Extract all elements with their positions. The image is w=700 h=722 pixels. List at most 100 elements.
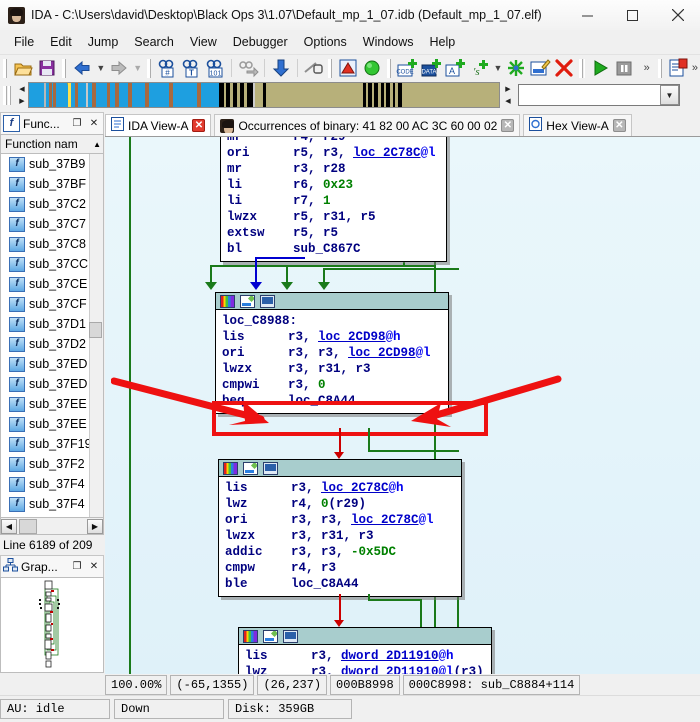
palette-icon[interactable]	[243, 629, 258, 643]
function-list-item[interactable]: f sub_37ED	[1, 374, 103, 394]
instruction-line[interactable]: lwzx r5, r31, r5	[227, 209, 440, 225]
graph-node-cmpw[interactable]: lis r3, loc_2C78C@h lwz r4, 0(r29) ori r3, r3…	[218, 459, 462, 597]
functions-scroll-left-button[interactable]: ◀	[1, 518, 17, 534]
instruction-line[interactable]: lis r3, loc_2CD98@h	[222, 329, 442, 345]
node-titlebar[interactable]	[216, 293, 448, 310]
struct-dropdown-icon[interactable]: ▼	[493, 63, 502, 73]
search-binary-icon[interactable]: 101	[204, 57, 226, 79]
run-to-icon[interactable]	[361, 57, 383, 79]
output-window-icon[interactable]	[667, 57, 689, 79]
instruction-line[interactable]: li r7, 1	[227, 193, 440, 209]
make-code-icon[interactable]: CODE	[396, 57, 418, 79]
instruction-line[interactable]: extsw r5, r5	[227, 225, 440, 241]
make-data-icon[interactable]: DATA	[420, 57, 442, 79]
function-list-item[interactable]: f sub_37F4	[1, 494, 103, 514]
menu-edit[interactable]: Edit	[42, 32, 80, 52]
function-list-item[interactable]: f sub_37ED	[1, 354, 103, 374]
palette-icon[interactable]	[223, 461, 238, 475]
graph-overview-canvas[interactable]	[0, 577, 104, 673]
navband-grip[interactable]	[3, 85, 11, 105]
toolbar-grip-4[interactable]	[328, 58, 334, 78]
instruction-line[interactable]: lwz r4, 0(r29)	[225, 496, 455, 512]
search-text-icon[interactable]: T	[180, 57, 202, 79]
tab-hex-view-a[interactable]: Hex View-A ✕	[523, 114, 632, 136]
instruction-line[interactable]: mr r4, r29	[227, 137, 440, 145]
jump-down-icon[interactable]	[270, 57, 292, 79]
function-list-item[interactable]: f sub_37F6	[1, 514, 103, 517]
navband-scroll-left[interactable]: ◀ ▶	[16, 83, 28, 107]
navband-scroll-right[interactable]: ▶ ◀	[502, 83, 514, 107]
functions-scrollbar-thumb[interactable]	[89, 322, 102, 338]
menu-options[interactable]: Options	[296, 32, 355, 52]
minimize-button[interactable]	[565, 0, 610, 30]
forward-dropdown-icon[interactable]: ▼	[133, 63, 142, 73]
jump-address-box[interactable]: ▼	[518, 84, 680, 106]
function-list-item[interactable]: f sub_37EE	[1, 414, 103, 434]
maximize-button[interactable]	[610, 0, 655, 30]
instruction-operand[interactable]: loc_2C78C	[353, 146, 421, 160]
instruction-operand[interactable]: loc_2CD98	[318, 330, 386, 344]
graph-node-top[interactable]: mr r4, r29 ori r5, r3, loc_2C78C@l mr r3, r28…	[220, 137, 447, 262]
functions-hscroll-thumb[interactable]	[19, 518, 37, 534]
functions-panel-header[interactable]: f Func... ❐ ✕	[0, 112, 104, 134]
toolbar-grip-2[interactable]	[62, 58, 68, 78]
graph-node-dword[interactable]: lis r3, dword_2D11910@h lwz r3, dword_2D119…	[238, 627, 492, 675]
menu-search[interactable]: Search	[126, 32, 182, 52]
menu-help[interactable]: Help	[421, 32, 463, 52]
tab-ida-view-a[interactable]: IDA View-A ✕	[105, 114, 212, 136]
function-list-item[interactable]: f sub_37F4	[1, 474, 103, 494]
toolbar-grip-6[interactable]	[579, 58, 585, 78]
instruction-line[interactable]: lis r3, loc_2C78C@h	[225, 480, 455, 496]
screen-icon[interactable]	[283, 629, 298, 643]
toolbar-grip-5[interactable]	[387, 58, 393, 78]
instruction-line[interactable]: ori r3, r3, loc_2CD98@l	[222, 345, 442, 361]
function-list-item[interactable]: f sub_37C8	[1, 234, 103, 254]
graph-overview-close-button[interactable]: ✕	[87, 560, 101, 574]
function-list-item[interactable]: f sub_37B9	[1, 154, 103, 174]
menu-windows[interactable]: Windows	[355, 32, 422, 52]
screen-icon[interactable]	[263, 461, 278, 475]
screen-icon[interactable]	[260, 294, 275, 308]
instruction-operand[interactable]: loc_2CD98	[348, 346, 416, 360]
sort-ascending-icon[interactable]: ▲	[93, 140, 101, 149]
menu-view[interactable]: View	[182, 32, 225, 52]
pause-icon[interactable]	[613, 57, 635, 79]
save-icon[interactable]	[36, 57, 58, 79]
menu-jump[interactable]: Jump	[80, 32, 127, 52]
function-list-item[interactable]: f sub_37CC	[1, 254, 103, 274]
node-titlebar[interactable]	[219, 460, 461, 477]
close-button[interactable]	[655, 0, 700, 30]
function-list-item[interactable]: f sub_37CE	[1, 274, 103, 294]
function-list-item[interactable]: f sub_37BF	[1, 174, 103, 194]
instruction-line[interactable]: ori r3, r3, loc_2C78C@l	[225, 512, 455, 528]
toolbar-grip-1[interactable]	[3, 58, 9, 78]
functions-column-header[interactable]: Function nam ▲	[0, 134, 104, 154]
pen-icon[interactable]	[263, 629, 278, 643]
run-icon[interactable]	[589, 57, 611, 79]
pen-icon[interactable]	[240, 294, 255, 308]
instruction-operand[interactable]: loc_2C78C	[321, 481, 389, 495]
toolbar-grip-7[interactable]	[657, 58, 663, 78]
graph-view-canvas[interactable]: mr r4, r29 ori r5, r3, loc_2C78C@l mr r3, r28…	[105, 136, 700, 675]
back-arrow-icon[interactable]	[71, 57, 93, 79]
function-list-item[interactable]: f sub_37F2	[1, 454, 103, 474]
tab-close-icon[interactable]: ✕	[501, 119, 515, 132]
toolbar-overflow-2-icon[interactable]: »	[692, 62, 698, 74]
instruction-line[interactable]: li r6, 0x23	[227, 177, 440, 193]
toolbar-grip-3[interactable]	[147, 58, 153, 78]
tab-occurrences-of-binary[interactable]: Occurrences of binary: 41 82 00 AC 3C 60…	[214, 114, 521, 136]
make-ascii-icon[interactable]: A	[444, 57, 466, 79]
tab-close-icon[interactable]: ✕	[612, 119, 626, 132]
functions-list-scrollbar[interactable]	[89, 154, 103, 517]
instruction-line[interactable]: addic r3, r3, -0x5DC	[225, 544, 455, 560]
function-list-item[interactable]: f sub_37D2	[1, 334, 103, 354]
instruction-line[interactable]: ble loc_C8A44	[225, 576, 455, 592]
instruction-line[interactable]: mr r3, r28	[227, 161, 440, 177]
jump-dropdown-icon[interactable]: ▼	[660, 85, 679, 105]
navigation-band[interactable]	[28, 82, 500, 108]
toolbar-overflow-icon[interactable]: »	[644, 62, 650, 74]
instruction-operand[interactable]: dword_2D11910	[341, 649, 439, 663]
function-list-item[interactable]: f sub_37F19	[1, 434, 103, 454]
back-dropdown-icon[interactable]: ▼	[96, 63, 105, 73]
graph-overview-restore-button[interactable]: ❐	[70, 560, 84, 574]
